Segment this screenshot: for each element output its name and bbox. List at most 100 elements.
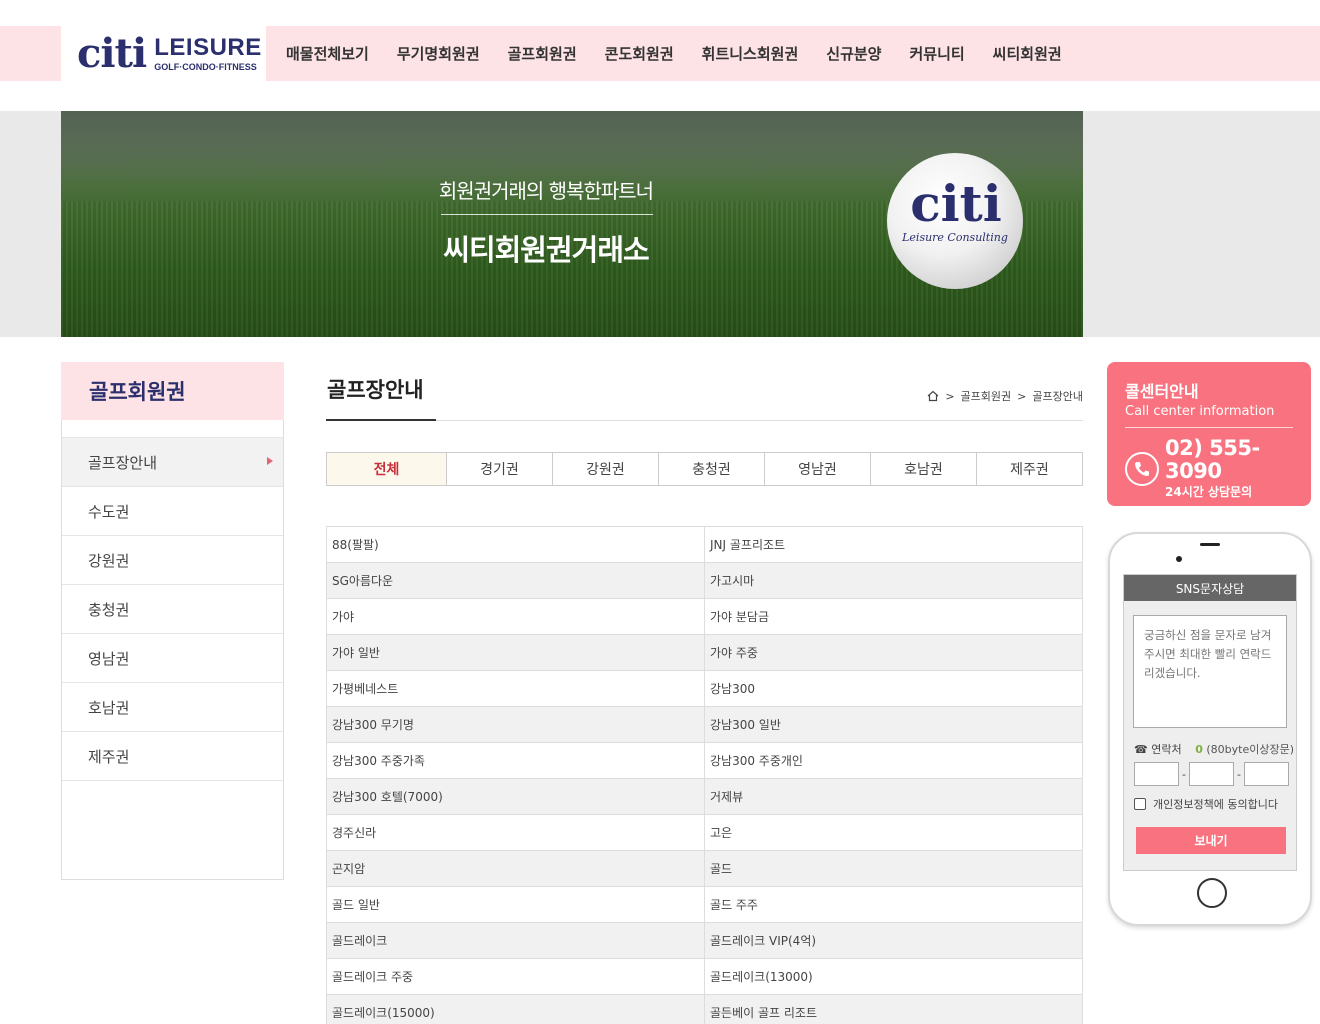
course-cell[interactable]: 강남300 무기명 [326,706,705,743]
course-cell[interactable]: JNJ 골프리조트 [704,526,1083,563]
region-tab[interactable]: 충청권 [659,453,765,485]
logo[interactable]: citi LEISURE GOLF·CONDO·FITNESS [61,26,266,81]
course-cell[interactable]: 고은 [704,814,1083,851]
region-tab[interactable]: 전체 [327,453,447,485]
breadcrumb: > 골프회원권 > 골프장안내 [927,388,1083,404]
phone-part-2-input[interactable] [1189,762,1234,786]
byte-count: 0 [1195,743,1203,756]
course-cell[interactable]: 가야 일반 [326,634,705,671]
course-cell[interactable]: 골드레이크(13000) [704,958,1083,995]
nav-item[interactable]: 신규분양 [812,43,895,64]
breadcrumb-item[interactable]: 골프회원권 [961,388,1012,404]
table-row: 강남300 호텔(7000) 거제뷰 [326,778,1083,815]
banner-title: 씨티회원권거래소 [443,233,649,267]
nav-item[interactable]: 콘도회원권 [591,43,688,64]
logo-citi-mark: citi [77,29,147,77]
region-tab[interactable]: 호남권 [871,453,977,485]
phone-part-3-input[interactable] [1244,762,1289,786]
breadcrumb-item[interactable]: 골프장안내 [1032,388,1083,404]
table-row: 88(팔팔) JNJ 골프리조트 [326,526,1083,563]
course-cell[interactable]: 경주신라 [326,814,705,851]
logo-name: LEISURE [154,33,262,61]
privacy-agree[interactable]: 개인정보정책에 동의합니다 [1134,796,1278,812]
sidebar-item-label: 골프장안내 [88,453,158,472]
phone-number-inputs: - - [1134,762,1289,786]
table-row: 경주신라 고은 [326,814,1083,851]
contact-label: ☎ 연락처 [1134,743,1182,756]
sidebar-item[interactable]: 강원권 [62,536,283,585]
course-cell[interactable]: 곤지암 [326,850,705,887]
phone-speaker [1200,543,1220,546]
send-button[interactable]: 보내기 [1136,827,1286,854]
course-cell[interactable]: 강남300 주중가족 [326,742,705,779]
course-cell[interactable]: 골드레이크 VIP(4억) [704,922,1083,959]
title-underline [326,419,436,421]
title-divider [326,420,1083,421]
nav-item[interactable]: 커뮤니티 [895,43,978,64]
course-cell[interactable]: 골드레이크 주중 [326,958,705,995]
course-cell[interactable]: 거제뷰 [704,778,1083,815]
course-cell[interactable]: 가야 주중 [704,634,1083,671]
ball-brand: citi [910,174,1002,233]
course-cell[interactable]: 가고시마 [704,562,1083,599]
course-cell[interactable]: 강남300 호텔(7000) [326,778,705,815]
course-cell[interactable]: 강남300 일반 [704,706,1083,743]
table-row: 강남300 주중가족 강남300 주중개인 [326,742,1083,779]
phone-icon [1125,451,1159,486]
sms-form: SNS문자상담 ☎ 연락처 0 (80byte이상장문) - - 개인정보정책에… [1123,574,1297,871]
phone-dash: - [1182,767,1186,781]
home-icon[interactable] [927,390,939,402]
callcenter-subtitle: Call center information [1125,404,1275,419]
phone-part-1-input[interactable] [1134,762,1179,786]
course-cell[interactable]: 골드 [704,850,1083,887]
nav-item[interactable]: 무기명회원권 [383,43,494,64]
course-cell[interactable]: 강남300 [704,670,1083,707]
sms-message-input[interactable] [1133,615,1287,728]
nav-item[interactable]: 씨티회원권 [979,43,1076,64]
sidebar-item[interactable]: 수도권 [62,487,283,536]
course-cell[interactable]: 골드 주주 [704,886,1083,923]
sidebar: 골프회원권 골프장안내 수도권 강원권 충청권 영남권 호남권 제주권 [61,362,284,880]
call-center-box: 콜센터안내 Call center information 02) 555-30… [1107,362,1311,506]
course-cell[interactable]: SG아름다운 [326,562,705,599]
course-cell[interactable]: 88(팔팔) [326,526,705,563]
sidebar-item[interactable]: 골프장안내 [62,438,283,487]
course-cell[interactable]: 가야 [326,598,705,635]
course-cell[interactable]: 골드 일반 [326,886,705,923]
sms-header: SNS문자상담 [1124,575,1296,601]
active-arrow-icon [267,457,273,465]
breadcrumb-separator: > [945,389,955,403]
hero-banner: 회원권거래의 행복한파트너 씨티회원권거래소 citi Leisure Cons… [61,111,1083,337]
sidebar-item[interactable]: 제주권 [62,732,283,781]
course-cell[interactable]: 강남300 주중개인 [704,742,1083,779]
sidebar-item-label: 충청권 [88,600,130,619]
course-cell[interactable]: 골든베이 골프 리조트 [704,994,1083,1024]
table-row: 가평베네스트 강남300 [326,670,1083,707]
region-tab[interactable]: 경기권 [447,453,553,485]
table-row: 골드레이크 주중 골드레이크(13000) [326,958,1083,995]
callcenter-phone[interactable]: 02) 555-3090 [1165,436,1293,483]
sidebar-item-label: 호남권 [88,698,130,717]
sidebar-item[interactable]: 영남권 [62,634,283,683]
sidebar-item[interactable]: 충청권 [62,585,283,634]
course-cell[interactable]: 골드레이크(15000) [326,994,705,1024]
region-tab[interactable]: 제주권 [977,453,1082,485]
privacy-checkbox[interactable] [1134,798,1146,810]
course-cell[interactable]: 가야 분담금 [704,598,1083,635]
nav-item[interactable]: 매물전체보기 [272,43,383,64]
ball-tagline: Leisure Consulting [902,231,1008,244]
nav-item[interactable]: 골프회원권 [494,43,591,64]
nav-item[interactable]: 휘트니스회원권 [688,43,813,64]
table-row: 골드 일반 골드 주주 [326,886,1083,923]
byte-hint: (80byte이상장문) [1206,743,1294,756]
table-row: 가야 일반 가야 주중 [326,634,1083,671]
region-tab[interactable]: 강원권 [553,453,659,485]
logo-tagline: GOLF·CONDO·FITNESS [154,61,257,72]
course-cell[interactable]: 골드레이크 [326,922,705,959]
phone-dash: - [1237,767,1241,781]
sms-phone-widget: SNS문자상담 ☎ 연락처 0 (80byte이상장문) - - 개인정보정책에… [1108,532,1312,926]
page-title: 골프장안내 [327,378,424,402]
region-tab[interactable]: 영남권 [765,453,871,485]
sidebar-item[interactable]: 호남권 [62,683,283,732]
course-cell[interactable]: 가평베네스트 [326,670,705,707]
